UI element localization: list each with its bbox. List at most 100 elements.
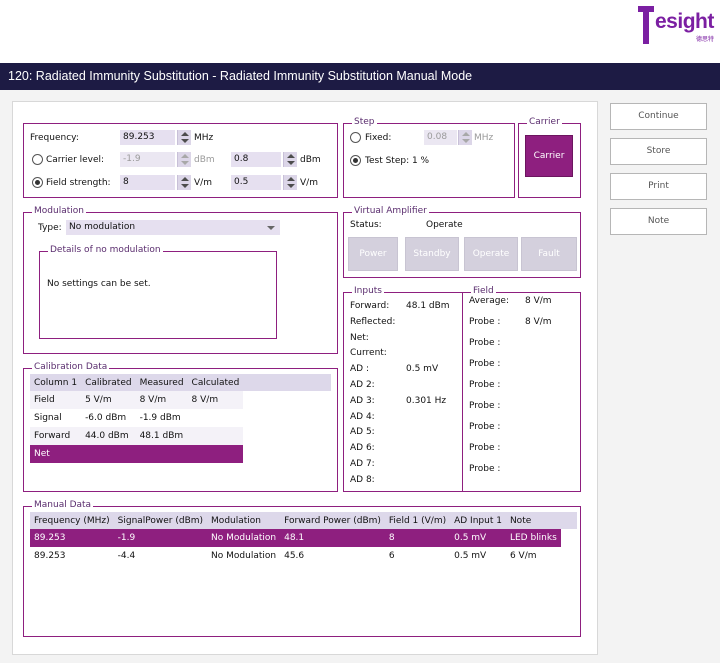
- table-row[interactable]: Forward 44.0 dBm 48.1 dBm: [30, 427, 331, 445]
- manual-header: Note: [505, 512, 561, 529]
- inputs-label: AD :: [350, 364, 369, 375]
- calibration-data-group: Calibration Data Column 1 Calibrated Mea…: [23, 362, 338, 492]
- inputs-label: AD 8:: [350, 474, 375, 485]
- print-button[interactable]: Print: [610, 173, 707, 200]
- table-cell: 6: [388, 551, 395, 561]
- carrier-level-radio[interactable]: [32, 154, 43, 165]
- power-button[interactable]: Power: [348, 237, 398, 271]
- table-cell: 0.5 mV: [450, 529, 506, 547]
- test-step-radio[interactable]: [350, 155, 361, 166]
- table-row[interactable]: Signal -6.0 dBm -1.9 dBm: [30, 409, 331, 427]
- table-cell: -1.9 dBm: [139, 413, 181, 423]
- field-value: 8 V/m: [525, 317, 552, 327]
- field-label: Probe :: [469, 380, 501, 390]
- table-cell: [243, 445, 331, 463]
- calibration-header: Calibrated: [81, 374, 136, 391]
- table-cell: [188, 409, 244, 427]
- field-strength-input[interactable]: 8: [120, 175, 175, 190]
- modulation-details-title: Details of no modulation: [48, 245, 163, 255]
- table-cell: -4.4: [117, 551, 136, 561]
- standby-button[interactable]: Standby: [405, 237, 459, 271]
- calibration-header-blank: [243, 374, 331, 391]
- table-row[interactable]: Field 5 V/m 8 V/m 8 V/m: [30, 391, 331, 409]
- carrier-level-spinner[interactable]: [177, 152, 191, 167]
- manual-header: Forward Power (dBm): [280, 512, 385, 529]
- table-row[interactable]: 89.253 -4.4 No Modulation 45.6 6 0.5 mV …: [30, 547, 577, 565]
- table-cell: No Modulation: [211, 551, 277, 561]
- carrier-level-limit-spinner[interactable]: [283, 152, 297, 167]
- step-group: Step Fixed: 0.08 MHz Test Step: 1 %: [343, 117, 515, 198]
- field-strength-limit-input[interactable]: 0.5: [231, 175, 281, 190]
- inputs-value: 0.301 Hz: [406, 395, 447, 406]
- inputs-label: Net:: [350, 332, 369, 343]
- manual-data-group: Manual Data Frequency (MHz) SignalPower …: [23, 500, 581, 637]
- field-label: Probe :: [469, 443, 501, 453]
- table-cell: 8: [384, 529, 451, 547]
- manual-header: Frequency (MHz): [30, 512, 114, 529]
- modulation-type-value: No modulation: [69, 222, 136, 232]
- fixed-step-radio[interactable]: [350, 132, 361, 143]
- virtual-amplifier-group: Virtual Amplifier Status: Operate Power …: [343, 206, 581, 278]
- inputs-label: AD 7:: [350, 459, 375, 469]
- inputs-group: Inputs Forward: 48.1 dBm Reflected: Net: Cur…: [343, 286, 463, 492]
- calibration-data-title: Calibration Data: [32, 362, 110, 372]
- field-strength-radio[interactable]: [32, 177, 43, 188]
- table-row-selected[interactable]: 89.253 -1.9 No Modulation 48.1 8 0.5 mV …: [30, 529, 577, 547]
- field-value: 8 V/m: [525, 296, 552, 306]
- table-cell: 8 V/m: [135, 391, 188, 409]
- modulation-type-select[interactable]: No modulation: [66, 220, 280, 235]
- logo-wordmark: esight: [655, 10, 714, 33]
- continue-button[interactable]: Continue: [610, 103, 707, 130]
- table-cell: LED blinks: [505, 529, 561, 547]
- modulation-details-group: Details of no modulation No settings can…: [39, 245, 277, 339]
- carrier-title: Carrier: [527, 117, 562, 127]
- table-cell: -6.0 dBm: [85, 413, 127, 423]
- table-cell: 48.1: [280, 529, 385, 547]
- frequency-unit: MHz: [194, 133, 214, 143]
- manual-header: Modulation: [207, 512, 281, 529]
- carrier-level-label: Carrier level:: [46, 155, 105, 165]
- carrier-button[interactable]: Carrier: [525, 135, 573, 177]
- field-strength-limit-spinner[interactable]: [283, 175, 297, 190]
- field-label: Probe :: [469, 401, 501, 411]
- table-cell: [243, 409, 331, 427]
- carrier-level-input[interactable]: -1.9: [120, 152, 175, 167]
- table-row-selected[interactable]: Net: [30, 445, 331, 463]
- table-cell: 6 V/m: [509, 551, 537, 561]
- table-cell: Signal: [34, 413, 62, 423]
- modulation-group: Modulation Type: No modulation Details o…: [23, 206, 338, 354]
- manual-header: Field 1 (V/m): [384, 512, 451, 529]
- field-label: Probe :: [469, 422, 501, 432]
- calibration-header: Column 1: [30, 374, 82, 391]
- inputs-label: AD 5:: [350, 427, 375, 438]
- fixed-step-unit: MHz: [474, 133, 494, 143]
- calibration-table: Column 1 Calibrated Measured Calculated …: [30, 374, 331, 463]
- field-title: Field: [471, 286, 496, 296]
- field-strength-spinner[interactable]: [177, 175, 191, 190]
- fixed-step-spinner[interactable]: [458, 130, 472, 145]
- manual-data-table: Frequency (MHz) SignalPower (dBm) Modula…: [30, 512, 577, 565]
- test-step-label: Test Step: 1 %: [365, 156, 430, 166]
- carrier-level-limit-input[interactable]: 0.8: [231, 152, 281, 167]
- note-button[interactable]: Note: [610, 208, 707, 235]
- carrier-level-unit: dBm: [194, 155, 215, 165]
- operate-button[interactable]: Operate: [464, 237, 518, 271]
- tesight-logo: esight 德思特: [638, 0, 720, 46]
- frequency-spinner[interactable]: [177, 130, 191, 145]
- fixed-step-input[interactable]: 0.08: [424, 130, 457, 145]
- frequency-group: Frequency: 89.253 MHz Carrier level: -1.…: [23, 123, 338, 198]
- inputs-value: 0.5 mV: [406, 364, 439, 375]
- store-button[interactable]: Store: [610, 138, 707, 165]
- fixed-step-label: Fixed:: [365, 133, 392, 143]
- field-group: Field Average: 8 V/m Probe : 8 V/m Probe : Pr…: [462, 286, 581, 492]
- table-cell: [560, 529, 577, 547]
- table-cell: 5 V/m: [81, 391, 136, 409]
- fault-button[interactable]: Fault: [521, 237, 577, 271]
- inputs-label: AD 6:: [350, 443, 375, 454]
- inputs-value: 48.1 dBm: [406, 301, 450, 311]
- field-strength-limit-unit: V/m: [300, 178, 318, 188]
- field-strength-label: Field strength:: [46, 178, 111, 188]
- table-cell: 89.253: [30, 529, 114, 547]
- frequency-input[interactable]: 89.253: [120, 130, 175, 145]
- calibration-header: Measured: [135, 374, 188, 391]
